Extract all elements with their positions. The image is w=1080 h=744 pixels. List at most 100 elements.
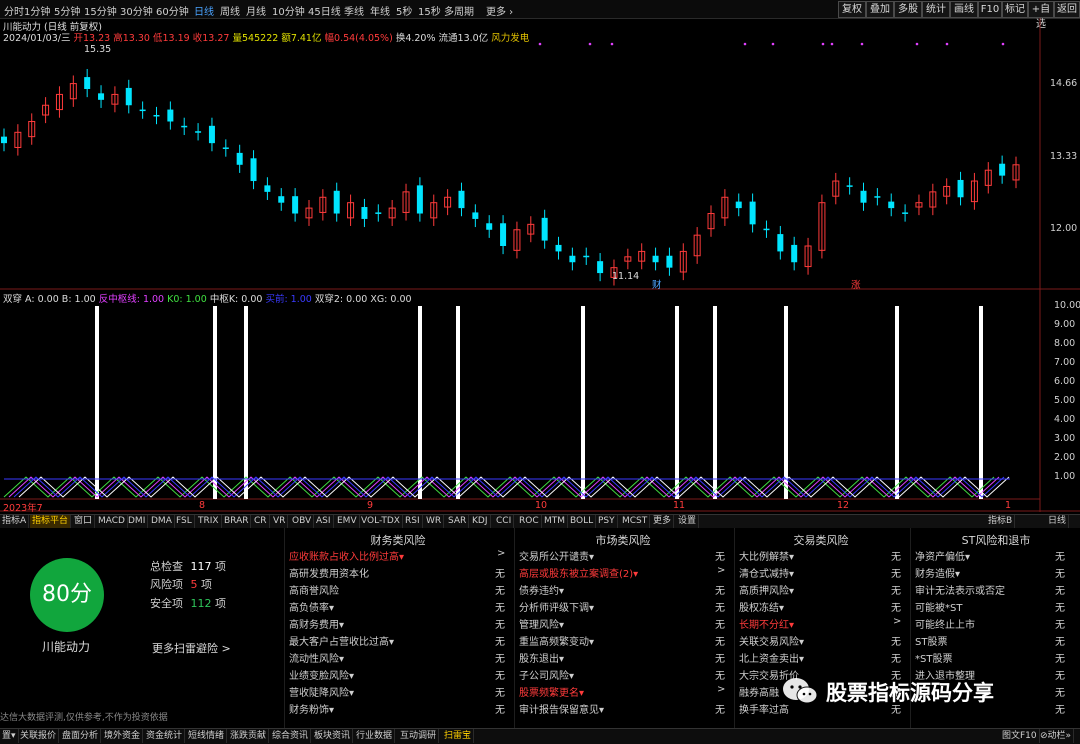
- bottom-market-analysis[interactable]: 盘面分析: [60, 729, 102, 743]
- risk-row[interactable]: 股票频繁更名▾: [519, 684, 584, 699]
- tab-more[interactable]: 更多: [651, 515, 675, 528]
- risk-row[interactable]: 审计无法表示或否定: [915, 582, 1005, 597]
- risk-row[interactable]: 清仓式减持▾: [739, 565, 794, 580]
- tab-dmi[interactable]: DMI: [126, 515, 149, 528]
- draw-button[interactable]: 画线: [950, 1, 978, 18]
- tab-macd[interactable]: MACD: [96, 515, 128, 528]
- tf-multi[interactable]: 多周期: [444, 3, 474, 18]
- concept-tag[interactable]: 风力发电: [491, 33, 529, 44]
- risk-row[interactable]: 大比例解禁▾: [739, 548, 794, 563]
- tf-daily[interactable]: 日线: [194, 3, 214, 18]
- risk-row[interactable]: 可能被*ST: [915, 599, 962, 614]
- multi-stock-button[interactable]: 多股: [894, 1, 922, 18]
- tab-boll[interactable]: BOLL: [568, 515, 597, 528]
- risk-row[interactable]: 子公司风险▾: [519, 667, 574, 682]
- tab-brar[interactable]: BRAR: [222, 515, 252, 528]
- f10-button[interactable]: F10: [978, 1, 1002, 18]
- risk-row[interactable]: 股权冻结▾: [739, 599, 784, 614]
- risk-row[interactable]: 审计报告保留意见▾: [519, 701, 604, 716]
- tab-roc[interactable]: ROC: [517, 515, 542, 528]
- tf-monthly[interactable]: 月线: [246, 3, 266, 18]
- overlay-button[interactable]: 叠加: [866, 1, 894, 18]
- tab-asi[interactable]: ASI: [314, 515, 334, 528]
- tf-60min[interactable]: 60分钟: [156, 3, 189, 18]
- risk-row[interactable]: 管理风险▾: [519, 616, 564, 631]
- adjust-button[interactable]: 复权: [838, 1, 866, 18]
- risk-row[interactable]: 债券违约▾: [519, 582, 564, 597]
- bottom-f10[interactable]: 图文F10: [1000, 729, 1040, 743]
- bottom-mine-scan[interactable]: 扫雷宝: [442, 729, 475, 743]
- tf-1min[interactable]: 1分钟: [24, 3, 50, 18]
- tf-intraday[interactable]: 分时: [4, 3, 24, 18]
- tab-mcst[interactable]: MCST: [620, 515, 651, 528]
- tf-15sec[interactable]: 15秒: [418, 3, 441, 18]
- risk-row[interactable]: 重监高频繁变动▾: [519, 633, 594, 648]
- back-button[interactable]: 返回: [1054, 1, 1080, 18]
- bottom-sector-news[interactable]: 板块资讯: [312, 729, 354, 743]
- add-watchlist-button[interactable]: +自选: [1028, 1, 1054, 30]
- bottom-interaction[interactable]: 互动调研: [398, 729, 440, 743]
- tab-mtm[interactable]: MTM: [542, 515, 569, 528]
- bottom-news[interactable]: 综合资讯: [270, 729, 312, 743]
- tf-weekly[interactable]: 周线: [220, 3, 240, 18]
- bottom-contribution[interactable]: 涨跌贡献: [228, 729, 270, 743]
- risk-row[interactable]: 关联交易风险▾: [739, 633, 804, 648]
- risk-row[interactable]: 最大客户占营收比过高▾: [289, 633, 394, 648]
- limit-up-tag[interactable]: 涨: [851, 277, 861, 291]
- tab-psy[interactable]: PSY: [596, 515, 618, 528]
- tab-cr[interactable]: CR: [252, 515, 270, 528]
- risk-row[interactable]: 高商誉风险: [289, 582, 339, 597]
- risk-row[interactable]: 交易所公开谴责▾: [519, 548, 594, 563]
- risk-row[interactable]: 流动性风险▾: [289, 650, 344, 665]
- risk-row[interactable]: 财务粉饰▾: [289, 701, 334, 716]
- risk-row-value[interactable]: >: [893, 616, 901, 627]
- tf-30min[interactable]: 30分钟: [120, 3, 153, 18]
- bottom-scroll-bar[interactable]: ⊘动栏»: [1038, 729, 1075, 743]
- kline-chart[interactable]: [0, 18, 1080, 512]
- tf-10min[interactable]: 10分钟: [272, 3, 305, 18]
- risk-row[interactable]: 可能终止上市: [915, 616, 975, 631]
- risk-row-value[interactable]: >: [717, 684, 725, 695]
- finance-tag[interactable]: 财: [652, 277, 662, 291]
- tab-sar[interactable]: SAR: [446, 515, 470, 528]
- risk-row[interactable]: 业绩变脸风险▾: [289, 667, 354, 682]
- tf-more[interactable]: 更多 ›: [486, 3, 513, 18]
- bottom-overseas-capital[interactable]: 境外资金: [102, 729, 144, 743]
- tab-rsi[interactable]: RSI: [403, 515, 423, 528]
- tf-quarter[interactable]: 季线: [344, 3, 364, 18]
- tab-settings[interactable]: 设置: [676, 515, 700, 528]
- risk-row[interactable]: 高负债率▾: [289, 599, 334, 614]
- risk-row[interactable]: ST股票: [915, 633, 947, 648]
- risk-row[interactable]: 融券高融: [739, 684, 779, 699]
- bottom-capital-stats[interactable]: 资金统计: [144, 729, 186, 743]
- risk-row[interactable]: 高财务费用▾: [289, 616, 344, 631]
- tf-year[interactable]: 年线: [370, 3, 390, 18]
- tab-indicator-a[interactable]: 指标A: [0, 515, 30, 528]
- tab-vol-tdx[interactable]: VOL-TDX: [359, 515, 403, 528]
- tab-emv[interactable]: EMV: [335, 515, 360, 528]
- stats-button[interactable]: 统计: [922, 1, 950, 18]
- risk-row-value[interactable]: >: [497, 548, 505, 559]
- tab-indicator-platform[interactable]: 指标平台: [30, 515, 72, 528]
- tab-vr[interactable]: VR: [271, 515, 289, 528]
- risk-row[interactable]: 营收陡降风险▾: [289, 684, 354, 699]
- bottom-sentiment[interactable]: 短线情绪: [186, 729, 228, 743]
- risk-row[interactable]: 北上资金卖出▾: [739, 650, 804, 665]
- tab-trix[interactable]: TRIX: [196, 515, 222, 528]
- tf-5min[interactable]: 5分钟: [54, 3, 80, 18]
- chart-area[interactable]: 川能动力 (日线 前复权) 2024/01/03/三 开13.23 高13.30…: [0, 18, 1080, 514]
- mark-button[interactable]: 标记: [1002, 1, 1028, 18]
- risk-row-value[interactable]: >: [717, 565, 725, 576]
- risk-row[interactable]: 高层或股东被立案调查(2)▾: [519, 565, 638, 580]
- risk-row[interactable]: 股东退出▾: [519, 650, 564, 665]
- tf-5sec[interactable]: 5秒: [396, 3, 412, 18]
- risk-row[interactable]: 财务造假▾: [915, 565, 960, 580]
- tab-kdj[interactable]: KDJ: [470, 515, 491, 528]
- tab-indicator-b[interactable]: 指标B: [986, 515, 1016, 528]
- tf-45day[interactable]: 45日线: [308, 3, 341, 18]
- bottom-related-quotes[interactable]: 关联报价: [18, 729, 60, 743]
- tab-window[interactable]: 窗口: [72, 515, 96, 528]
- tab-cci[interactable]: CCI: [494, 515, 515, 528]
- tab-fsl[interactable]: FSL: [174, 515, 195, 528]
- risk-row[interactable]: 高研发费用资本化: [289, 565, 369, 580]
